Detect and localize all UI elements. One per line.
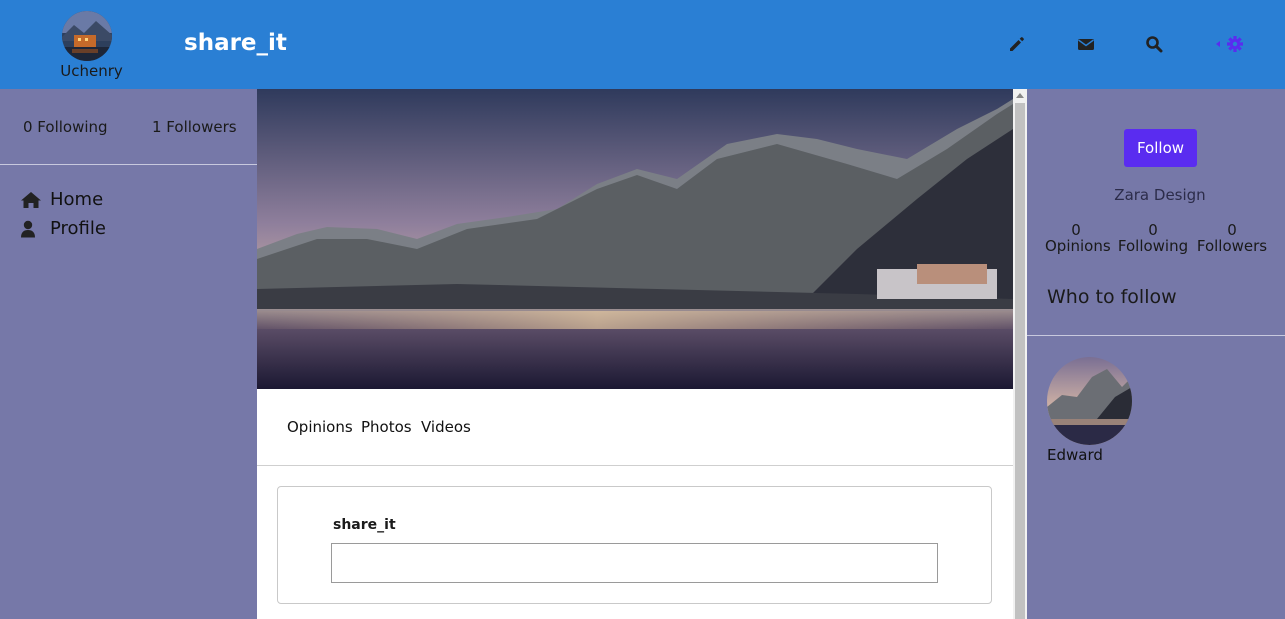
nav-label-profile: Profile (50, 218, 106, 239)
nav-item-home[interactable]: Home (20, 185, 106, 214)
user-icon (20, 219, 44, 239)
cover-photo (257, 89, 1013, 389)
suggestion-avatar[interactable] (1047, 357, 1132, 445)
main-content: Opinions Photos Videos share_it (257, 89, 1013, 619)
following-count[interactable]: 0 Following (23, 118, 108, 136)
stat-value: 0 (1071, 221, 1081, 239)
followers-count[interactable]: 1 Followers (152, 118, 237, 136)
stat-label: Followers (1196, 237, 1268, 255)
left-sidebar: 0 Following 1 Followers Home Profile (0, 89, 257, 619)
right-sidebar: Follow Zara Design 0 Opinions 0 Followin… (1027, 89, 1285, 619)
follow-stats: 0 Following 1 Followers (0, 89, 257, 165)
composer-input[interactable] (331, 543, 938, 583)
username-label: Uchenry (60, 62, 123, 80)
profile-name: Zara Design (1114, 186, 1206, 204)
stat-value: 0 (1148, 221, 1158, 239)
user-avatar[interactable] (62, 11, 112, 61)
stat-value: 0 (1227, 221, 1237, 239)
scrollbar[interactable] (1013, 89, 1027, 619)
brand-logo[interactable]: share_it (184, 30, 287, 56)
envelope-icon[interactable] (1076, 34, 1096, 54)
stat-label: Following (1117, 237, 1189, 255)
main-nav: Home Profile (20, 185, 106, 243)
stat-label: Opinions (1045, 237, 1111, 255)
tab-videos[interactable]: Videos (421, 418, 471, 436)
stat-followers[interactable]: 0 Followers (1196, 222, 1268, 254)
content-tabs: Opinions Photos Videos (257, 389, 1013, 466)
home-icon (20, 190, 44, 210)
suggestion-name[interactable]: Edward (1047, 446, 1103, 464)
pencil-icon[interactable] (1007, 34, 1027, 54)
scroll-up-icon[interactable] (1016, 93, 1024, 98)
stat-following[interactable]: 0 Following (1117, 222, 1189, 254)
search-icon[interactable] (1144, 34, 1164, 54)
who-to-follow-heading: Who to follow (1047, 286, 1177, 308)
scrollbar-thumb[interactable] (1015, 103, 1025, 619)
tab-opinions[interactable]: Opinions (287, 418, 353, 436)
top-bar: Uchenry share_it (0, 0, 1285, 89)
tab-photos[interactable]: Photos (361, 418, 412, 436)
nav-item-profile[interactable]: Profile (20, 214, 106, 243)
post-composer: share_it (277, 486, 992, 604)
stat-opinions[interactable]: 0 Opinions (1045, 221, 1111, 255)
divider (1027, 335, 1285, 336)
gear-icon[interactable] (1213, 34, 1245, 54)
follow-button[interactable]: Follow (1124, 129, 1197, 167)
composer-label: share_it (333, 517, 396, 533)
nav-label-home: Home (50, 189, 104, 210)
